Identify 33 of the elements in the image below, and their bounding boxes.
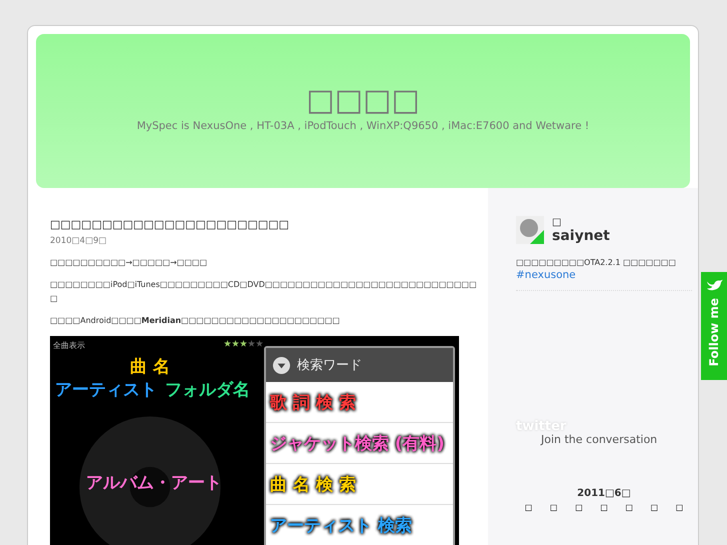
- site-title[interactable]: □□□□: [306, 84, 420, 118]
- album-art-label: アルバム・アート: [86, 472, 222, 494]
- dialog-title: 検索ワード: [297, 357, 362, 374]
- paragraph: □□□□□□□□iPod□iTunes□□□□□□□□□CD□DVD□□□□□□□□□□□□□□□□□□□□□□□□□□□□□: [50, 279, 478, 305]
- folder-label: フォルダ名: [165, 379, 250, 401]
- join-link[interactable]: Join the conversation: [541, 433, 692, 446]
- weekday-label: □: [600, 503, 608, 512]
- user-name: □: [552, 216, 562, 228]
- paragraph: □□□□□□□□□□→□□□□□→□□□□: [50, 257, 208, 269]
- weekday-label: □: [550, 503, 558, 512]
- follow-tab[interactable]: Follow me: [701, 272, 727, 380]
- weekday-label: □: [524, 503, 532, 512]
- post-date: 2010□4□9□: [50, 236, 108, 246]
- avatar-icon: [516, 216, 544, 244]
- search-option[interactable]: ジャケット検索 (有料): [266, 423, 453, 464]
- weekday-label: □: [650, 503, 658, 512]
- weekday-label: □: [625, 503, 633, 512]
- bird-icon: [705, 278, 723, 292]
- paragraph: □□□□Android□□□□Meridian□□□□□□□□□□□□□□□□□□□□□: [50, 315, 341, 327]
- search-option[interactable]: アーティスト 検索: [266, 505, 453, 545]
- search-option[interactable]: 歌 詞 検 索: [266, 382, 453, 423]
- user-handle[interactable]: saiynet: [552, 228, 610, 244]
- weekday-label: □: [676, 503, 684, 512]
- tweet-text: □□□□□□□□□OTA2.2.1 □□□□□□□: [516, 257, 677, 269]
- hashtag-link[interactable]: #nexusone: [516, 269, 692, 282]
- artist-label: アーティスト: [55, 379, 157, 401]
- weekday-label: □: [575, 503, 583, 512]
- post-title[interactable]: □□□□□□□□□□□□□□□□□□□□□□□: [50, 216, 488, 234]
- dropdown-icon: [272, 356, 291, 374]
- tagline: MySpec is NexusOne , HT-03A , iPodTouch , WinXP:Q9650 , iMac:E7600 and Wetware !: [136, 120, 590, 132]
- mode-label: 全曲表示: [53, 340, 85, 351]
- calendar-month: 2011□6□: [576, 488, 632, 499]
- song-label: 曲 名: [130, 356, 170, 378]
